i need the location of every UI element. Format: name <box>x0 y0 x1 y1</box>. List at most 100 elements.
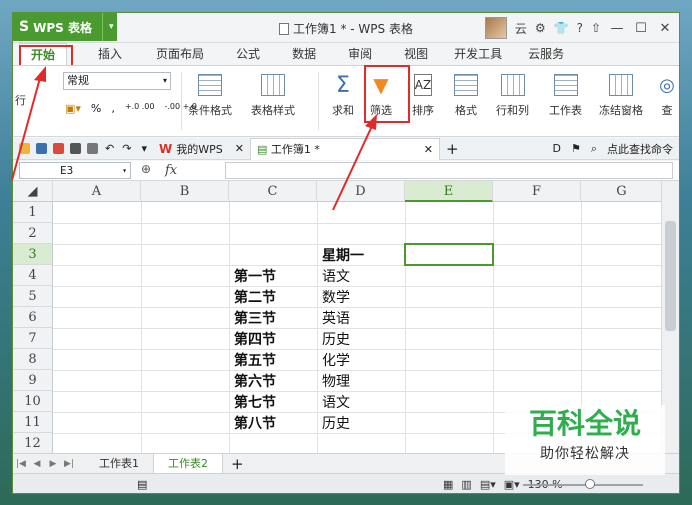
cell-d10[interactable]: 语文 <box>318 392 350 412</box>
page-layout-view-icon[interactable]: ▤▾ <box>480 478 496 491</box>
column-header-f[interactable]: F <box>493 181 581 202</box>
flag-icon[interactable]: ⚑ <box>571 142 581 155</box>
tab-cloud[interactable]: 云服务 <box>517 43 575 65</box>
minimize-button[interactable]: — <box>609 21 625 36</box>
column-header-c[interactable]: C <box>229 181 317 202</box>
close-button[interactable]: ✕ <box>657 21 673 36</box>
find-button[interactable]: ◎ 查 <box>655 74 679 118</box>
upload-icon[interactable]: ⇧ <box>591 21 601 35</box>
wrap-text-button[interactable]: 行 <box>15 92 26 108</box>
currency-icon[interactable]: ▣▾ <box>65 102 81 115</box>
column-header-b[interactable]: B <box>141 181 229 202</box>
scrollbar-thumb[interactable] <box>665 221 676 331</box>
sheet-tab-2[interactable]: 工作表2 <box>153 453 223 474</box>
tab-formulas[interactable]: 公式 <box>225 43 271 65</box>
select-all-corner[interactable]: ◢ <box>13 181 53 202</box>
fx-button[interactable]: fx <box>165 163 177 178</box>
worksheet-button[interactable]: 工作表 <box>549 74 582 118</box>
row-header-1[interactable]: 1 <box>13 202 53 223</box>
name-box[interactable]: E3 ▾ <box>19 162 131 179</box>
export-pdf-icon[interactable] <box>53 143 64 154</box>
row-header-3[interactable]: 3 <box>13 244 53 265</box>
redo-icon[interactable]: ↷ <box>122 142 131 155</box>
preview-icon[interactable] <box>87 143 98 154</box>
conditional-format-button[interactable]: 条件格式 <box>188 74 232 118</box>
table-style-button[interactable]: 表格样式 <box>251 74 295 118</box>
cell-d7[interactable]: 历史 <box>318 329 350 349</box>
percent-button[interactable]: % <box>91 102 101 115</box>
format-button[interactable]: 格式 <box>454 74 478 118</box>
row-header-8[interactable]: 8 <box>13 349 53 370</box>
cell-d8[interactable]: 化学 <box>318 350 350 370</box>
row-header-4[interactable]: 4 <box>13 265 53 286</box>
customize-icon[interactable]: ▾ <box>141 142 147 155</box>
row-header-7[interactable]: 7 <box>13 328 53 349</box>
cell-d3[interactable]: 星期一 <box>318 245 364 265</box>
row-header-11[interactable]: 11 <box>13 412 53 433</box>
open-icon[interactable] <box>19 143 30 154</box>
column-header-d[interactable]: D <box>317 181 405 202</box>
tab-data[interactable]: 数据 <box>281 43 327 65</box>
cell-c11[interactable]: 第八节 <box>230 413 276 433</box>
prev-sheet-icon[interactable]: ◀ <box>29 459 45 469</box>
search-icon[interactable]: ⌕ <box>591 142 597 156</box>
last-sheet-icon[interactable]: ▶| <box>61 459 77 469</box>
next-sheet-icon[interactable]: ▶ <box>45 459 61 469</box>
tab-developer[interactable]: 开发工具 <box>443 43 513 65</box>
tab-review[interactable]: 审阅 <box>337 43 383 65</box>
tab-my-wps[interactable]: W 我的WPS ✕ <box>153 138 250 160</box>
tab-view[interactable]: 视图 <box>393 43 439 65</box>
cell-c5[interactable]: 第二节 <box>230 287 276 307</box>
rows-cols-button[interactable]: 行和列 <box>496 74 529 118</box>
save-icon[interactable] <box>36 143 47 154</box>
column-header-a[interactable]: A <box>53 181 141 202</box>
sort-button[interactable]: AZ 排序 <box>412 74 434 118</box>
page-break-view-icon[interactable]: ▥ <box>461 478 471 491</box>
tab-page-layout[interactable]: 页面布局 <box>145 43 215 65</box>
row-header-12[interactable]: 12 <box>13 433 53 453</box>
tab-workbook1[interactable]: ▤ 工作簿1 * ✕ <box>249 137 440 160</box>
shirt-icon[interactable]: 👕 <box>554 21 569 35</box>
close-tab-icon[interactable]: ✕ <box>235 142 244 155</box>
command-search[interactable]: 点此查找命令 <box>607 141 673 157</box>
row-header-6[interactable]: 6 <box>13 307 53 328</box>
row-header-5[interactable]: 5 <box>13 286 53 307</box>
avatar[interactable] <box>484 17 507 39</box>
formula-input[interactable] <box>225 162 673 179</box>
normal-view-icon[interactable]: ▦ <box>443 478 453 491</box>
cell-d6[interactable]: 英语 <box>318 308 350 328</box>
skin-d-icon[interactable]: D <box>552 142 560 155</box>
add-sheet-button[interactable]: + <box>231 455 244 473</box>
cell-c7[interactable]: 第四节 <box>230 329 276 349</box>
undo-icon[interactable]: ↶ <box>105 142 114 155</box>
sheet-tab-1[interactable]: 工作表1 <box>85 454 153 474</box>
cell-d9[interactable]: 物理 <box>318 371 350 391</box>
zoom-lookup-icon[interactable]: ⊕ <box>141 162 151 176</box>
column-header-g[interactable]: G <box>581 181 663 202</box>
cell-c4[interactable]: 第一节 <box>230 266 276 286</box>
maximize-button[interactable]: ☐ <box>633 21 649 36</box>
help-button[interactable]: ? <box>577 21 583 35</box>
freeze-panes-button[interactable]: 冻结窗格 <box>599 74 643 118</box>
user-name[interactable]: 云 <box>515 20 527 37</box>
cell-c8[interactable]: 第五节 <box>230 350 276 370</box>
zoom-slider-knob[interactable] <box>585 479 595 489</box>
row-header-2[interactable]: 2 <box>13 223 53 244</box>
cell-d5[interactable]: 数学 <box>318 287 350 307</box>
row-header-10[interactable]: 10 <box>13 391 53 412</box>
decimal-increase-button[interactable]: +.0 .00 <box>125 102 155 115</box>
selected-cell-e3[interactable] <box>404 243 494 266</box>
cell-c6[interactable]: 第三节 <box>230 308 276 328</box>
reading-view-icon[interactable]: ▣▾ <box>504 478 520 491</box>
skin-icon[interactable]: ⚙ <box>535 21 546 35</box>
cell-c9[interactable]: 第六节 <box>230 371 276 391</box>
thousands-button[interactable]: ‚ <box>111 102 115 115</box>
column-header-e[interactable]: E <box>405 181 493 202</box>
number-format-select[interactable]: 常规 ▾ <box>63 72 171 90</box>
zoom-slider[interactable] <box>523 484 643 486</box>
row-header-9[interactable]: 9 <box>13 370 53 391</box>
new-tab-button[interactable]: + <box>446 140 459 158</box>
tab-insert[interactable]: 插入 <box>87 43 133 65</box>
print-icon[interactable] <box>70 143 81 154</box>
close-tab-icon[interactable]: ✕ <box>424 143 433 156</box>
